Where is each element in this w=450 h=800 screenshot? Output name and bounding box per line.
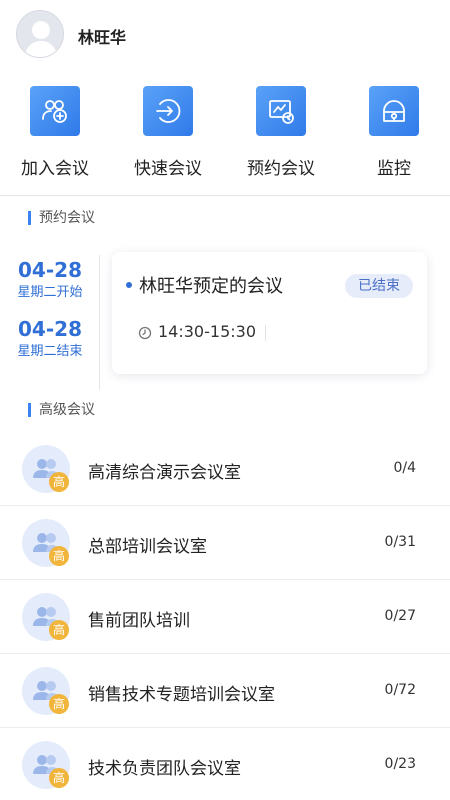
clock-icon <box>138 326 152 340</box>
quick-meeting-label: 快速会议 <box>134 159 202 179</box>
avatar[interactable] <box>16 10 64 58</box>
scheduled-section-title: 预约会议 <box>28 211 95 225</box>
bullet-dot-icon <box>126 282 132 288</box>
start-date-block: 04-28 星期二开始 <box>0 258 100 302</box>
premium-badge-icon: 高 <box>49 620 69 640</box>
start-date: 04-28 <box>18 258 82 282</box>
end-weekday: 星期二结束 <box>17 344 83 359</box>
room-name: 技术负责团队会议室 <box>88 759 241 779</box>
meeting-card[interactable]: 林旺华预定的会议 已结束 14:30-15:30 <box>112 252 427 374</box>
schedule-meeting-button[interactable]: 预约会议 <box>231 86 331 186</box>
schedule-meeting-label: 预约会议 <box>247 159 315 179</box>
time-separator <box>265 325 266 341</box>
join-meeting-icon <box>30 86 80 136</box>
quick-actions: 加入会议 快速会议 预约会议 监控 <box>0 86 450 186</box>
room-list-item[interactable]: 高 总部培训会议室 0/31 <box>0 506 450 580</box>
monitor-button[interactable]: 监控 <box>344 86 444 186</box>
room-count: 0/27 <box>384 608 416 624</box>
meeting-title: 林旺华预定的会议 <box>139 276 283 297</box>
premium-badge-icon: 高 <box>49 768 69 788</box>
monitor-icon <box>369 86 419 136</box>
advanced-section-title: 高级会议 <box>28 403 95 417</box>
room-count: 0/31 <box>384 534 416 550</box>
join-meeting-button[interactable]: 加入会议 <box>5 86 105 186</box>
premium-badge-icon: 高 <box>49 694 69 714</box>
monitor-label: 监控 <box>377 159 411 179</box>
start-weekday: 星期二开始 <box>17 285 83 300</box>
room-name: 总部培训会议室 <box>88 537 207 557</box>
room-name: 售前团队培训 <box>88 611 190 631</box>
divider <box>0 195 450 196</box>
room-list-item[interactable]: 高 售前团队培训 0/27 <box>0 580 450 654</box>
end-date-block: 04-28 星期二结束 <box>0 317 100 361</box>
room-list-item[interactable]: 高 高清综合演示会议室 0/4 <box>0 432 450 506</box>
premium-badge-icon: 高 <box>49 472 69 492</box>
quick-meeting-button[interactable]: 快速会议 <box>118 86 218 186</box>
premium-badge-icon: 高 <box>49 546 69 566</box>
room-list-item[interactable]: 高 技术负责团队会议室 0/23 <box>0 728 450 800</box>
room-count: 0/72 <box>384 682 416 698</box>
room-list-item[interactable]: 高 销售技术专题培训会议室 0/72 <box>0 654 450 728</box>
user-avatar-icon <box>17 11 63 57</box>
join-meeting-label: 加入会议 <box>21 159 89 179</box>
profile-header: 林旺华 <box>0 0 450 70</box>
room-count: 0/23 <box>384 756 416 772</box>
username: 林旺华 <box>78 28 127 47</box>
status-badge: 已结束 <box>345 274 413 298</box>
room-name: 销售技术专题培训会议室 <box>88 685 275 705</box>
room-count: 0/4 <box>393 460 416 476</box>
meeting-time: 14:30-15:30 <box>158 322 256 341</box>
room-list: 高 高清综合演示会议室 0/4 高 总部培训会议室 0/31 高 售前团队培训 … <box>0 432 450 800</box>
schedule-meeting-icon <box>256 86 306 136</box>
meeting-dates: 04-28 星期二开始 04-28 星期二结束 <box>0 255 100 390</box>
room-name: 高清综合演示会议室 <box>88 463 241 483</box>
quick-meeting-icon <box>143 86 193 136</box>
end-date: 04-28 <box>18 317 82 341</box>
